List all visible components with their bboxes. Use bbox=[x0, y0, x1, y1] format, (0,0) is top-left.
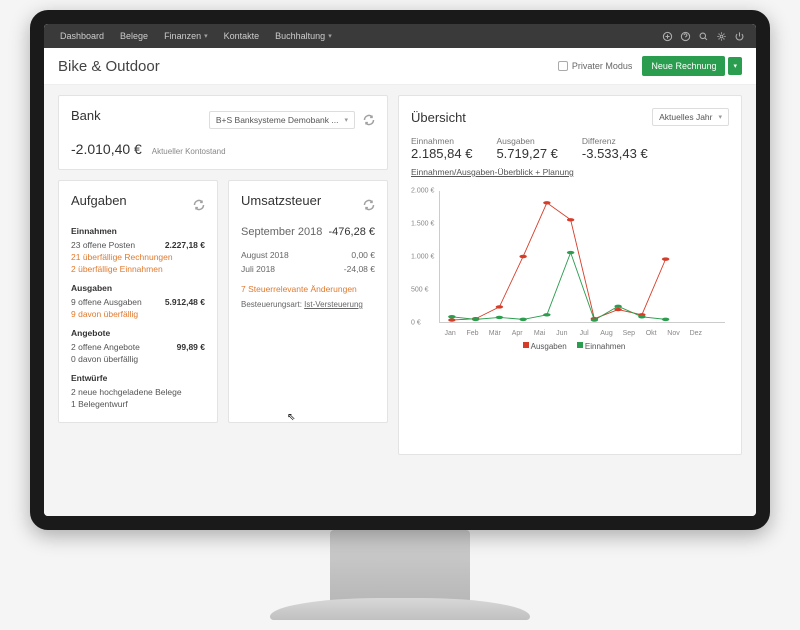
y-tick-label: 1.500 € bbox=[411, 221, 434, 228]
chevron-down-icon: ▾ bbox=[204, 32, 208, 40]
overview-title: Übersicht bbox=[411, 110, 466, 125]
vat-tax-type-value[interactable]: Ist-Versteuerung bbox=[304, 300, 363, 309]
x-tick-label: Jan bbox=[445, 330, 456, 337]
overview-planning-link[interactable]: Einnahmen/Ausgaben-Überblick + Planung bbox=[411, 167, 574, 177]
x-tick-label: Jul bbox=[580, 330, 589, 337]
vat-current-month: September 2018 bbox=[241, 226, 322, 238]
x-tick-label: Feb bbox=[466, 330, 478, 337]
y-tick-label: 1.000 € bbox=[411, 254, 434, 261]
kpi: Differenz-3.533,43 € bbox=[582, 136, 648, 161]
tasks-expense-header: Ausgaben bbox=[71, 283, 205, 293]
refresh-icon[interactable] bbox=[193, 199, 205, 211]
x-tick-label: Jun bbox=[556, 330, 567, 337]
vat-card: Umsatzsteuer September 2018 -476,28 € Au… bbox=[228, 180, 388, 423]
tasks-title: Aufgaben bbox=[71, 193, 127, 208]
task-line[interactable]: 2 neue hochgeladene Belege bbox=[71, 386, 205, 398]
y-tick-label: 2.000 € bbox=[411, 188, 434, 195]
balance-label: Aktueller Kontostand bbox=[152, 147, 226, 156]
new-invoice-dropdown[interactable]: ▾ bbox=[728, 57, 742, 75]
private-mode-toggle[interactable]: Privater Modus bbox=[558, 61, 633, 71]
nav-dashboard[interactable]: Dashboard bbox=[52, 31, 112, 41]
help-icon[interactable] bbox=[676, 27, 694, 45]
tasks-drafts-header: Entwürfe bbox=[71, 373, 205, 383]
kpi: Ausgaben5.719,27 € bbox=[496, 136, 557, 161]
x-tick-label: Mär bbox=[489, 330, 501, 337]
nav-buchhaltung[interactable]: Buchhaltung▾ bbox=[267, 31, 340, 41]
search-icon[interactable] bbox=[694, 27, 712, 45]
power-icon[interactable] bbox=[730, 27, 748, 45]
x-tick-label: Nov bbox=[667, 330, 679, 337]
private-mode-label: Privater Modus bbox=[572, 61, 633, 71]
task-line[interactable]: 1 Belegentwurf bbox=[71, 398, 205, 410]
nav-kontakte[interactable]: Kontakte bbox=[216, 31, 268, 41]
task-line[interactable]: 2 offene Angebote99,89 € bbox=[71, 341, 205, 353]
checkbox-icon[interactable] bbox=[558, 61, 568, 71]
chevron-down-icon: ▾ bbox=[344, 116, 348, 124]
new-invoice-button[interactable]: Neue Rechnung bbox=[642, 56, 725, 76]
add-icon[interactable] bbox=[658, 27, 676, 45]
period-select[interactable]: Aktuelles Jahr▾ bbox=[652, 108, 729, 126]
tasks-offers-header: Angebote bbox=[71, 328, 205, 338]
chevron-down-icon: ▾ bbox=[718, 113, 722, 121]
bank-card: Bank B+S Banksysteme Demobank ...▾ -2.01… bbox=[58, 95, 388, 170]
task-line[interactable]: 0 davon überfällig bbox=[71, 353, 205, 365]
y-tick-label: 0 € bbox=[411, 320, 421, 327]
top-navbar: Dashboard Belege Finanzen▾ Kontakte Buch… bbox=[44, 24, 756, 48]
vat-history-row[interactable]: Juli 2018-24,08 € bbox=[241, 262, 375, 276]
x-tick-label: Aug bbox=[600, 330, 612, 337]
legend-marker-ausgaben bbox=[523, 342, 529, 348]
x-tick-label: Sep bbox=[623, 330, 635, 337]
vat-current-value: -476,28 € bbox=[329, 226, 375, 238]
vat-title: Umsatzsteuer bbox=[241, 193, 321, 208]
overview-chart: 0 € 500 € 1.000 € 1.500 € 2.000 € Jan Feb Mär A… bbox=[411, 191, 729, 351]
vat-tax-type: Besteuerungsart: Ist-Versteuerung bbox=[241, 300, 375, 309]
bank-balance: -2.010,40 € Aktueller Kontostand bbox=[71, 141, 375, 157]
nav-belege[interactable]: Belege bbox=[112, 31, 156, 41]
x-tick-label: Okt bbox=[646, 330, 657, 337]
task-line[interactable]: 9 davon überfällig bbox=[71, 308, 205, 320]
task-line[interactable]: 23 offene Posten2.227,18 € bbox=[71, 239, 205, 251]
y-tick-label: 500 € bbox=[411, 287, 429, 294]
refresh-icon[interactable] bbox=[363, 114, 375, 126]
task-line[interactable]: 21 überfällige Rechnungen bbox=[71, 251, 205, 263]
x-tick-label: Apr bbox=[512, 330, 523, 337]
tasks-income-header: Einnahmen bbox=[71, 226, 205, 236]
tasks-card: Aufgaben Einnahmen 23 offene Posten2.227… bbox=[58, 180, 218, 423]
chart-legend: Ausgaben Einnahmen bbox=[411, 342, 729, 351]
vat-changes-link[interactable]: 7 Steuerrelevante Änderungen bbox=[241, 284, 375, 294]
x-tick-label: Mai bbox=[534, 330, 545, 337]
task-line[interactable]: 9 offene Ausgaben5.912,48 € bbox=[71, 296, 205, 308]
page-title: Bike & Outdoor bbox=[58, 58, 558, 75]
page-header: Bike & Outdoor Privater Modus Neue Rechn… bbox=[44, 48, 756, 85]
legend-marker-einnahmen bbox=[577, 342, 583, 348]
kpi: Einnahmen2.185,84 € bbox=[411, 136, 472, 161]
nav-finanzen[interactable]: Finanzen▾ bbox=[156, 31, 216, 41]
task-line[interactable]: 2 überfällige Einnahmen bbox=[71, 263, 205, 275]
bank-account-select[interactable]: B+S Banksysteme Demobank ...▾ bbox=[209, 111, 355, 129]
gear-icon[interactable] bbox=[712, 27, 730, 45]
bank-title: Bank bbox=[71, 108, 101, 123]
x-tick-label: Dez bbox=[690, 330, 702, 337]
vat-history-row[interactable]: August 20180,00 € bbox=[241, 248, 375, 262]
overview-card: Übersicht Aktuelles Jahr▾ Einnahmen2.185… bbox=[398, 95, 742, 455]
refresh-icon[interactable] bbox=[363, 199, 375, 211]
chevron-down-icon: ▾ bbox=[328, 32, 332, 40]
